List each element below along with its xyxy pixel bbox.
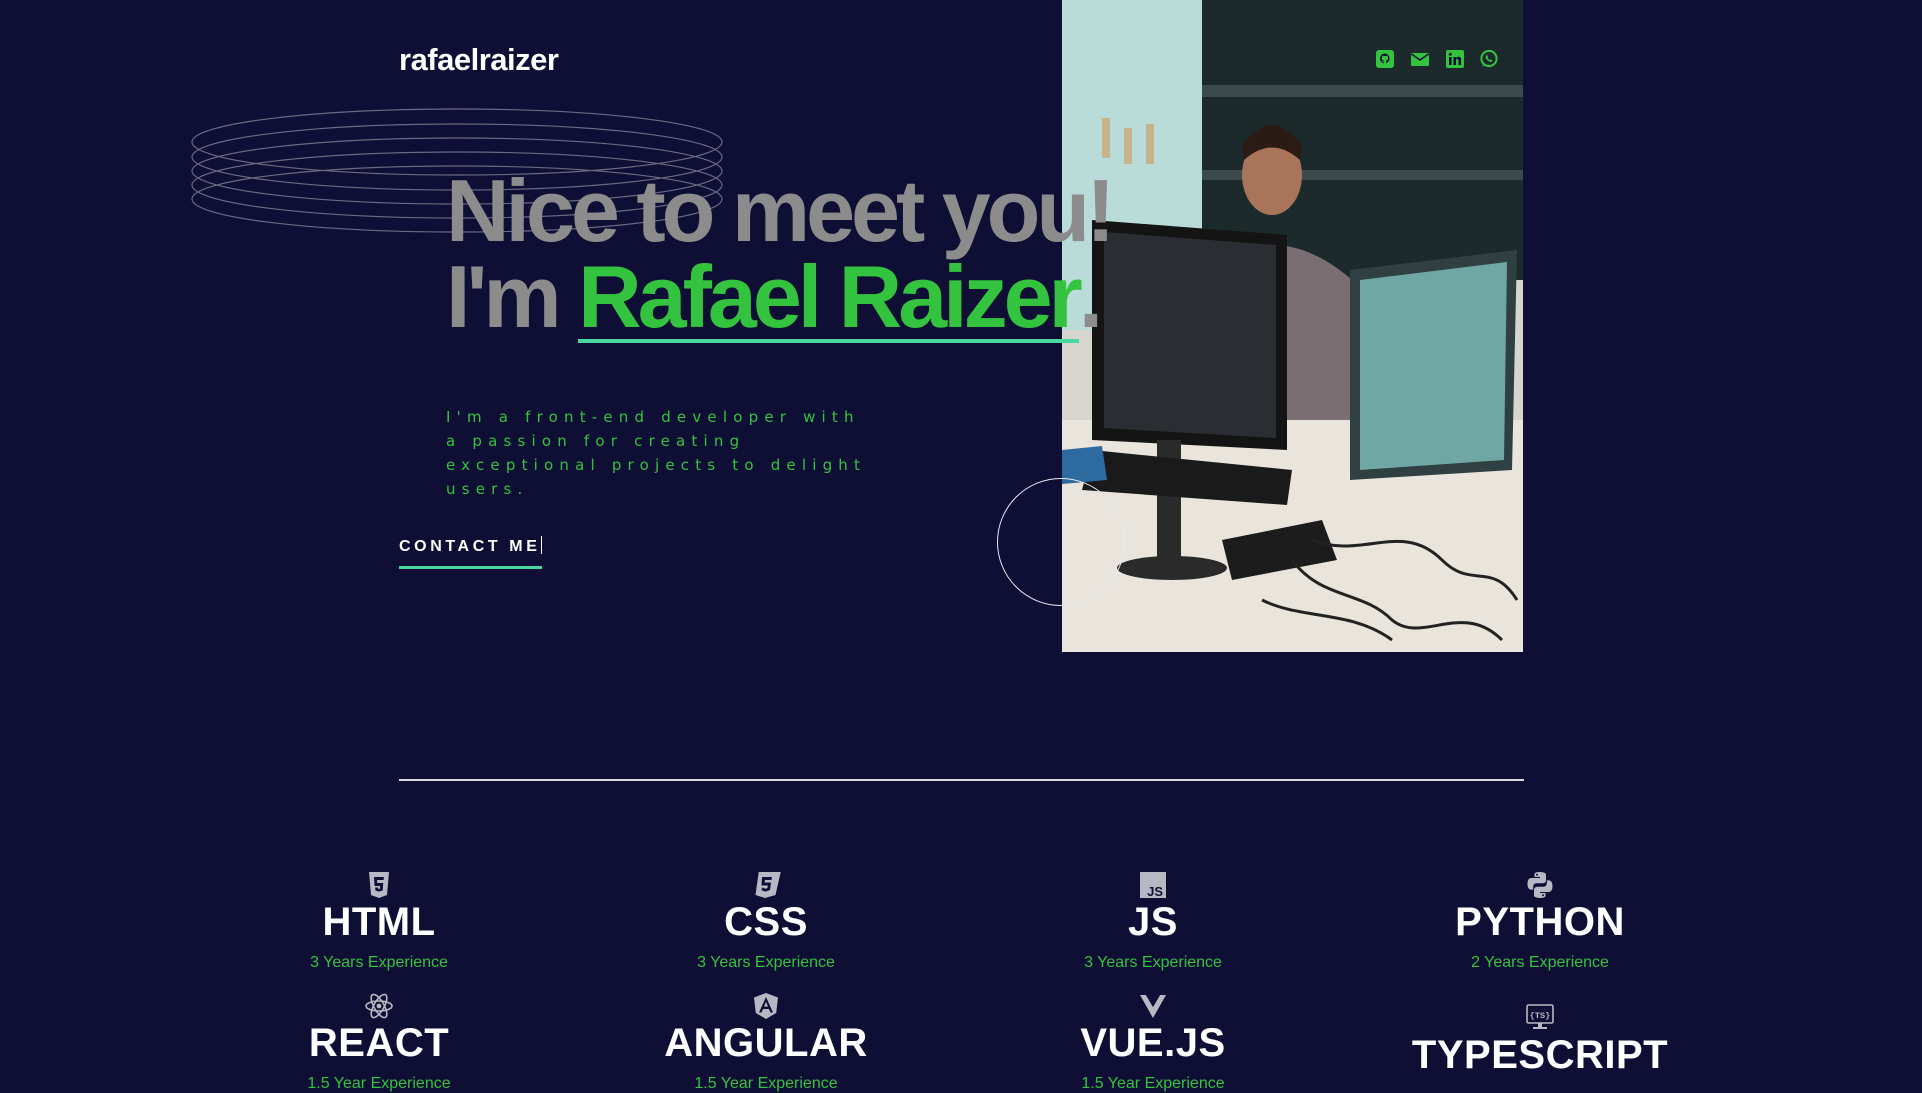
react-icon: [365, 993, 393, 1019]
css3-icon: [755, 872, 781, 898]
svg-text:JS: JS: [1147, 884, 1163, 899]
headline-prefix: I'm: [446, 247, 579, 346]
headline-name: Rafael Raizer: [578, 247, 1083, 346]
skill-typescript: {TS} TYPESCRIPT: [1370, 1003, 1710, 1087]
headline-line1: Nice to meet you!: [446, 161, 1115, 260]
linkedin-icon[interactable]: [1445, 49, 1465, 69]
envelope-icon[interactable]: [1409, 49, 1431, 69]
skill-experience: 2 Years Experience: [1471, 954, 1609, 971]
headline-period: .: [1078, 247, 1104, 346]
svg-text:{TS}: {TS}: [1530, 1011, 1550, 1021]
python-icon: [1527, 872, 1553, 898]
skill-experience: 1.5 Year Experience: [1081, 1075, 1225, 1092]
skill-html: HTML 3 Years Experience: [209, 870, 549, 972]
skill-name: PYTHON: [1455, 900, 1625, 944]
whatsapp-icon[interactable]: [1479, 49, 1499, 69]
decorative-circle: [997, 478, 1125, 606]
contact-me-label: CONTACT ME: [399, 538, 541, 555]
html5-icon: [369, 872, 389, 898]
skill-name: VUE.JS: [1080, 1021, 1226, 1065]
skill-name: ANGULAR: [664, 1021, 868, 1065]
section-divider: [399, 779, 1524, 781]
skill-experience: 3 Years Experience: [697, 954, 835, 971]
skill-name: JS: [1128, 900, 1178, 944]
skill-vuejs: VUE.JS 1.5 Year Experience: [983, 991, 1323, 1093]
skill-experience: 1.5 Year Experience: [307, 1075, 451, 1092]
skill-experience: 3 Years Experience: [1084, 954, 1222, 971]
social-links: [1375, 49, 1499, 69]
javascript-icon: JS: [1140, 872, 1166, 899]
contact-me-button[interactable]: CONTACT ME: [399, 536, 543, 569]
skill-css: CSS 3 Years Experience: [596, 870, 936, 972]
skill-angular: ANGULAR 1.5 Year Experience: [596, 991, 936, 1093]
text-caret: [541, 536, 543, 554]
hero-tagline: I'm a front-end developer with a passion…: [446, 408, 867, 498]
angular-icon: [754, 993, 778, 1019]
skill-experience: 3 Years Experience: [310, 954, 448, 971]
typescript-icon: {TS}: [1526, 1004, 1554, 1029]
skill-python: PYTHON 2 Years Experience: [1370, 870, 1710, 972]
skill-experience: 1.5 Year Experience: [694, 1075, 838, 1092]
github-icon[interactable]: [1375, 49, 1395, 69]
brand-logo[interactable]: rafaelraizer: [399, 42, 559, 78]
skill-js: JS JS 3 Years Experience: [983, 870, 1323, 972]
skill-react: REACT 1.5 Year Experience: [209, 991, 549, 1093]
profile-photo: [1062, 0, 1523, 652]
hero-headline: Nice to meet you! I'm Rafael Raizer.: [446, 167, 1115, 346]
skill-name: REACT: [308, 1021, 450, 1065]
skill-name: HTML: [322, 900, 436, 944]
vuejs-icon: [1140, 995, 1166, 1018]
skill-name: TYPESCRIPT: [1411, 1033, 1669, 1077]
skill-name: CSS: [724, 900, 808, 944]
